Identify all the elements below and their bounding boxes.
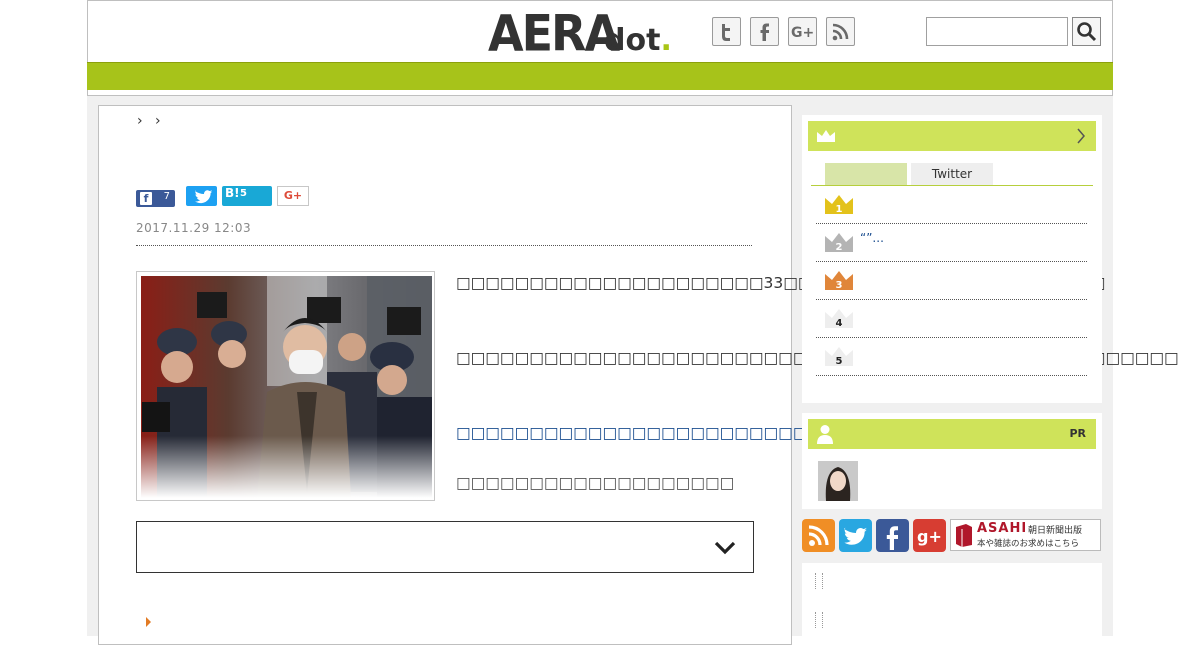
ranking-item[interactable]: 5: [816, 338, 1087, 376]
facebook-share-count: 7: [163, 191, 170, 202]
svg-text:4: 4: [836, 318, 843, 329]
list-marker: [815, 573, 823, 589]
svg-text:G+: G+: [791, 25, 814, 41]
bottom-widget: [802, 563, 1102, 643]
author-avatar: [818, 461, 858, 501]
google-plus-label: G+: [283, 189, 303, 202]
facebook-icon[interactable]: [876, 519, 909, 552]
asahi-publishing-banner[interactable]: ASAHI 朝日新聞出版 本や雑誌のお求めはこちら: [950, 519, 1101, 551]
article-paragraph: □□□□□□□□□□□□□□□□□□□□□□□□□□□□□29□□□□□□□□□…: [456, 346, 1179, 371]
ranking-tab-twitter[interactable]: Twitter: [911, 163, 993, 185]
hatena-count: 5: [240, 188, 247, 199]
asahi-tagline: 本や雑誌のお求めはこちら: [977, 539, 1080, 549]
rss-icon[interactable]: [802, 519, 835, 552]
facebook-icon[interactable]: [750, 17, 779, 46]
article-paragraph: □□□□□□□□□□□□□□□□□□□□□33□□□□□□□□□□□□□□□□□…: [456, 271, 1105, 296]
read-more-button[interactable]: [136, 521, 754, 573]
article-related-link[interactable]: □□□□□□□□□□□□□□□□□□□□□□□□□□□□□□: [456, 421, 895, 446]
breadcrumb-separator: ›: [155, 113, 161, 129]
ranking-tab-access[interactable]: [825, 163, 907, 185]
svg-text:1: 1: [836, 204, 843, 215]
date-divider: [136, 245, 752, 246]
asahi-title: ASAHI: [977, 521, 1028, 536]
rank-crown-icon: 3: [825, 271, 853, 291]
ranking-header[interactable]: [808, 121, 1096, 151]
chevron-right-icon: [1077, 128, 1085, 144]
facebook-icon: f: [140, 192, 152, 205]
rank-crown-icon: 1: [825, 195, 853, 215]
svg-text:3: 3: [836, 280, 843, 291]
hatena-bookmark-button[interactable]: B! 5: [222, 186, 272, 206]
twitter-icon[interactable]: [712, 17, 741, 46]
ranking-item[interactable]: 1: [816, 186, 1087, 224]
article-paragraph: □□□□□□□□□□□□□□□□□□□: [456, 474, 735, 492]
ranking-item[interactable]: 4: [816, 300, 1087, 338]
rank-crown-icon: 4: [825, 309, 853, 329]
author-thumbnail[interactable]: [818, 461, 858, 501]
list-marker: [815, 612, 823, 628]
book-icon: [956, 524, 972, 547]
author-header[interactable]: PR: [808, 419, 1096, 449]
ranking-item-title: “”...: [860, 231, 884, 245]
crown-icon: [817, 130, 835, 142]
ranking-item[interactable]: 3: [816, 262, 1087, 300]
tweet-button[interactable]: [186, 186, 217, 206]
hatena-icon: B!: [225, 186, 240, 200]
google-plus-share-button[interactable]: G+: [277, 186, 309, 206]
chevron-down-icon: [714, 541, 736, 555]
twitter-icon[interactable]: [839, 519, 872, 552]
asahi-subtitle: 朝日新聞出版: [1028, 526, 1083, 536]
logo-period: .: [660, 23, 672, 58]
article-date: 2017.11.29 12:03: [136, 221, 252, 235]
google-plus-icon[interactable]: G+: [788, 17, 817, 46]
person-icon: [817, 425, 833, 444]
search-button[interactable]: [1072, 17, 1101, 46]
svg-text:g+: g+: [917, 527, 942, 546]
rss-icon[interactable]: [826, 17, 855, 46]
caret-right-icon: [146, 617, 151, 627]
svg-text:5: 5: [836, 356, 843, 367]
search-input[interactable]: [926, 17, 1068, 46]
logo-dot-text: dot: [604, 23, 661, 58]
article-photo[interactable]: [136, 271, 435, 501]
logo-dot: dot.: [604, 23, 672, 59]
svg-text:2: 2: [836, 242, 843, 253]
ranking-item[interactable]: 2 “”...: [816, 224, 1087, 262]
pr-label: PR: [1069, 427, 1086, 440]
rank-crown-icon: 2: [825, 233, 853, 253]
search-icon: [1077, 22, 1097, 42]
rank-crown-icon: 5: [825, 347, 853, 367]
logo-aera: AERA: [488, 3, 620, 63]
press-crowd-photo: [141, 276, 432, 498]
breadcrumb-separator: ›: [137, 113, 143, 129]
global-nav-bar: [87, 62, 1113, 90]
twitter-bird-icon: [195, 190, 213, 204]
facebook-share-button[interactable]: f 7: [136, 190, 175, 207]
google-plus-icon[interactable]: g+: [913, 519, 946, 552]
